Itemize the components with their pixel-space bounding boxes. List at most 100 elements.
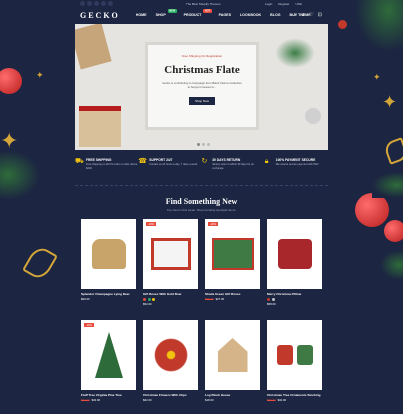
menu-item-home[interactable]: HOME [136, 13, 147, 17]
currency-select[interactable]: USD [296, 2, 302, 6]
hero-banner: Free Shipping On Registration Christmas … [75, 24, 328, 150]
product-image[interactable] [205, 320, 260, 390]
product-image[interactable]: -10% [143, 219, 198, 289]
menu-item-blog[interactable]: BLOG [270, 13, 280, 17]
headset-icon: ☎ [138, 158, 147, 165]
feature-item: ⛟ FREE SHIPPING Free shipping on all US o… [75, 158, 138, 170]
product-image[interactable] [81, 219, 136, 289]
product-price: $35.00 $27.00 [205, 297, 260, 301]
youtube-icon[interactable] [108, 1, 113, 6]
product-name[interactable]: Gift Boxes With Gold Bow [143, 292, 198, 296]
wishlist-icon[interactable]: ♡ [309, 12, 313, 18]
product-card[interactable]: Merry Christmas Pillow $58.00 [267, 219, 322, 313]
product-price-current: $27.00 [215, 297, 225, 301]
gift-boxes [211, 238, 254, 270]
product-image[interactable] [267, 219, 322, 289]
register-link[interactable]: Register [278, 2, 289, 6]
product-name[interactable]: Merry Christmas Pillow [267, 292, 322, 296]
social-links [80, 1, 113, 6]
product-name[interactable]: Splendor Champagne Lying Deer [81, 292, 136, 296]
color-swatches [267, 297, 322, 301]
product-price: $18.00 [205, 398, 260, 402]
product-card[interactable]: -20% Fluff Tree Virginia Pine Tree $40.0… [81, 320, 136, 414]
sale-badge: -20% [84, 323, 95, 327]
slider-dot[interactable] [197, 143, 200, 146]
pinterest-icon[interactable] [101, 1, 106, 6]
slider-dots [197, 143, 210, 146]
product-image[interactable] [143, 320, 198, 390]
product-price-old: $40.00 [81, 398, 90, 402]
product-card[interactable]: Splendor Champagne Lying Deer $90.00 [81, 219, 136, 313]
swatch-red[interactable] [143, 297, 146, 301]
product-price-current: $90.00 [81, 297, 90, 301]
star-gold-icon: ✦ [382, 92, 398, 112]
product-name[interactable]: Shade Green Gift Boxes [205, 292, 260, 296]
ornament-decoration [305, 108, 321, 124]
main-nav: GECKO HOME SHOPNEW PRODUCTHOT PAGES LOOK… [74, 8, 328, 22]
product-image[interactable]: -20% [81, 320, 136, 390]
product-image[interactable] [267, 320, 322, 390]
hero-description: Gecko is contributing to Campaign Zero B… [162, 81, 242, 89]
swatch-green[interactable] [147, 297, 151, 301]
feature-item: 🔒︎ 100% PAYMENT SECURE We ensure secure p… [264, 158, 319, 166]
sale-badge: -20% [208, 222, 219, 226]
logo[interactable]: GECKO [80, 11, 120, 20]
hero-subtitle: Free Shipping On Registration [181, 54, 223, 58]
product-price: $52.00 [143, 302, 198, 306]
login-link[interactable]: Login [265, 2, 272, 6]
product-price: $62.00 [143, 398, 198, 402]
twitter-icon[interactable] [87, 1, 92, 6]
shop-now-button[interactable]: Shop Now [189, 97, 215, 105]
product-image[interactable]: -20% [205, 219, 260, 289]
facebook-icon[interactable] [80, 1, 85, 6]
ribbon-gold [382, 137, 403, 165]
features-bar: ⛟ FREE SHIPPING Free shipping on all US o… [75, 158, 328, 180]
ornament-stocking [276, 345, 293, 365]
pine-decoration [275, 38, 315, 68]
product-card[interactable]: -10% Gift Boxes With Gold Bow $52.00 [143, 219, 198, 313]
product-name[interactable]: Fluff Tree Virginia Pine Tree [81, 393, 136, 397]
gift-box-decoration [79, 106, 121, 147]
user-icon[interactable]: ☺ [300, 12, 305, 18]
menu-item-pages[interactable]: PAGES [219, 13, 231, 17]
feature-item: ↻ 30 DAYS RETURN Simply return it within … [201, 158, 255, 170]
pine-branch [372, 172, 403, 198]
product-grid: Splendor Champagne Lying Deer $90.00 -10… [81, 219, 322, 414]
slider-dot[interactable] [207, 143, 210, 146]
product-price-old: $35.00 [205, 297, 214, 301]
pine-branch [0, 150, 40, 200]
color-swatches [143, 297, 198, 301]
cart-icon[interactable]: ⊡ [318, 12, 322, 18]
truck-icon: ⛟ [75, 158, 84, 165]
menu-item-product[interactable]: PRODUCTHOT [184, 8, 212, 17]
sale-badge: -10% [146, 222, 157, 226]
feature-item: ☎ SUPPORT 24/7 Contact us 24 hours a day,… [138, 158, 198, 166]
product-name[interactable]: Christmas Tree Ornaments Stocking [267, 393, 322, 397]
pine-branch [380, 250, 403, 280]
product-price-current: $52.00 [143, 301, 152, 306]
product-name[interactable]: Christmas Flowers With Clips [143, 393, 198, 397]
pillow [277, 239, 312, 269]
ornament-red-right [355, 193, 389, 227]
gift-boxes [150, 238, 191, 270]
wooden-house [217, 338, 248, 372]
product-price-old: $39.00 [267, 398, 276, 402]
swatch-red[interactable] [267, 297, 270, 301]
swatch-grey[interactable] [271, 297, 275, 301]
product-price: $39.00 $32.00 [267, 398, 322, 402]
deer-figure [91, 239, 126, 269]
product-card[interactable]: Christmas Flowers With Clips $62.00 [143, 320, 198, 414]
instagram-icon[interactable] [94, 1, 99, 6]
slider-dot[interactable] [202, 143, 205, 146]
product-card[interactable]: Christmas Tree Ornaments Stocking $39.00… [267, 320, 322, 414]
poinsettia-flower [153, 338, 188, 372]
product-name[interactable]: Log Block House [205, 393, 260, 397]
pine-branch [355, 0, 403, 52]
search-icon[interactable]: ⌕ [293, 12, 296, 18]
product-card[interactable]: Log Block House $18.00 [205, 320, 260, 414]
product-price-current: $32.00 [91, 398, 101, 402]
menu-item-lookbook[interactable]: LOOKBOOK [240, 13, 261, 17]
product-card[interactable]: -20% Shade Green Gift Boxes $35.00 $27.00 [205, 219, 260, 313]
swatch-yellow[interactable] [152, 297, 155, 301]
menu-item-shop[interactable]: SHOPNEW [156, 8, 177, 17]
